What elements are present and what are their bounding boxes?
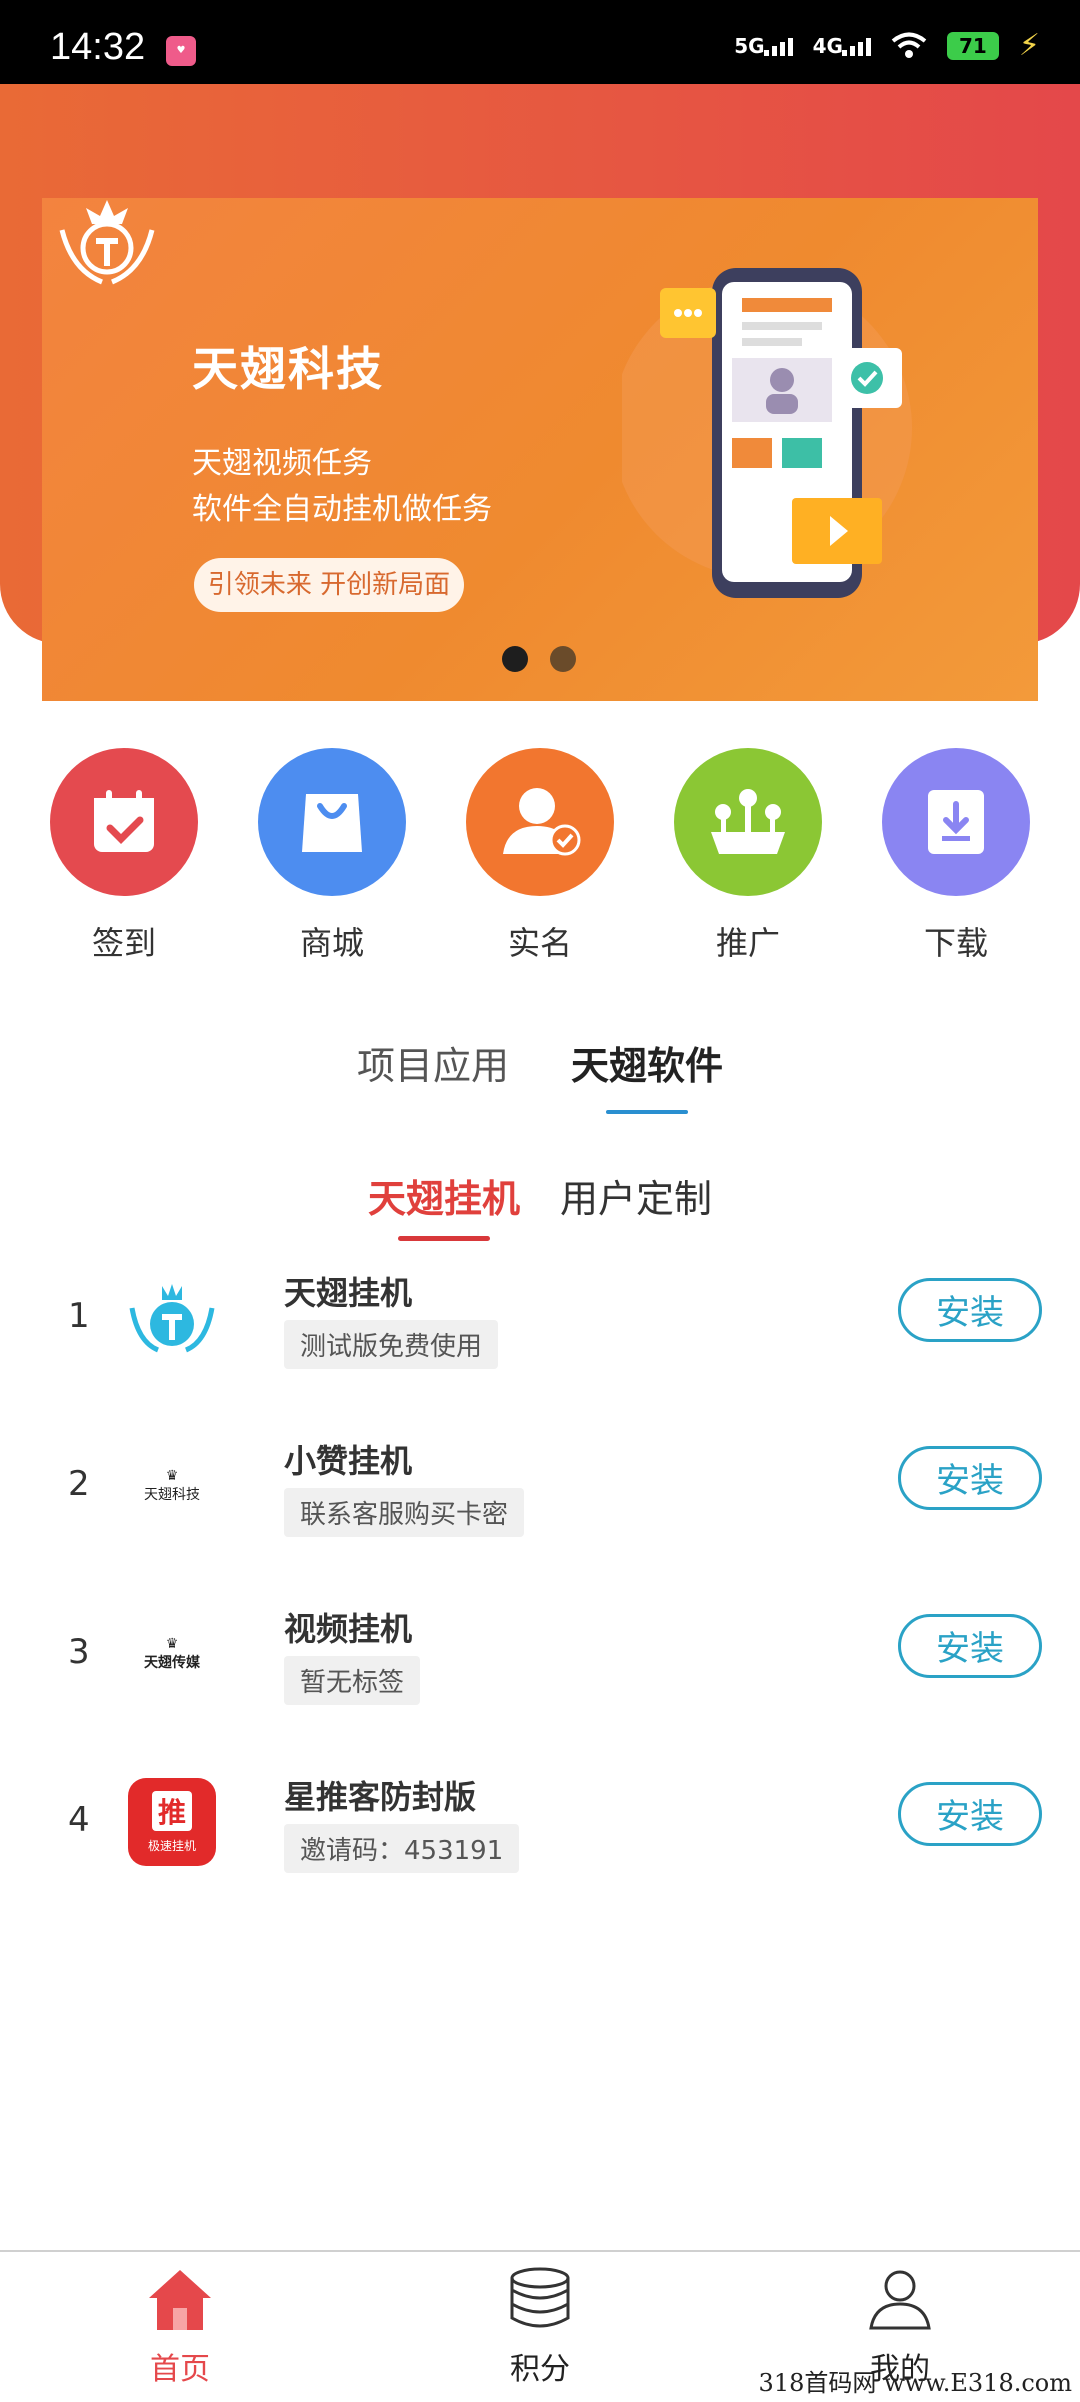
promo-banner[interactable]: 天翅科技 天翅视频任务 软件全自动挂机做任务 引领未来 开创新局面 [42, 198, 1038, 701]
primary-tabs: 项目应用 天翅软件 [0, 1035, 1080, 1114]
banner-dot-1[interactable] [502, 646, 528, 672]
app-name: 星推客防封版 [284, 1778, 477, 1816]
phone-illustration [622, 268, 912, 598]
user-icon [869, 2270, 931, 2330]
signal-5g-icon: 5G [734, 33, 793, 58]
download-icon [882, 748, 1030, 896]
bottom-nav: 首页 积分 我的 318首码网 www.E318.com [0, 2250, 1080, 2402]
wifi-icon [891, 32, 927, 58]
app-logo-text: 天翅科技 [144, 1487, 200, 1503]
shortcut-download[interactable]: 下载 [881, 748, 1031, 964]
app-logo-subtext: 极速挂机 [147, 1838, 196, 1853]
shortcut-label: 推广 [715, 924, 780, 962]
app-tag: 联系客服购买卡密 [284, 1488, 525, 1537]
list-item[interactable]: 4 推 极速挂机 星推客防封版 邀请码：453191 安装 [0, 1756, 1080, 1924]
install-button[interactable]: 安装 [898, 1446, 1042, 1510]
list-item[interactable]: 2 ♛ 天翅科技 小赞挂机 联系客服购买卡密 安装 [0, 1420, 1080, 1588]
nav-points[interactable]: 积分 [460, 2266, 620, 2388]
shortcut-label: 签到 [91, 924, 156, 962]
banner-slogan: 引领未来 开创新局面 [194, 558, 464, 612]
user-verified-icon [466, 748, 614, 896]
shortcut-mall[interactable]: 商城 [257, 748, 407, 964]
network-5g-label: 5G [734, 33, 765, 58]
list-item[interactable]: 1 天翅挂机 测试版免费使用 安装 [0, 1252, 1080, 1420]
app-logo-icon: 推 极速挂机 [128, 1778, 216, 1866]
tab-project-apps[interactable]: 项目应用 [357, 1035, 509, 1090]
banner-brand: 天翅科技 [192, 342, 384, 396]
battery-icon: 71 [946, 31, 999, 60]
status-icons: 5G 4G 71 ⚡ [734, 28, 1040, 63]
app-name: 小赞挂机 [284, 1442, 413, 1480]
app-rank: 2 [68, 1464, 90, 1504]
tab-user-custom[interactable]: 用户定制 [560, 1168, 712, 1223]
app-logo-icon [128, 1274, 216, 1362]
app-tag: 测试版免费使用 [284, 1320, 499, 1369]
shortcut-label: 商城 [299, 924, 364, 962]
shortcut-label: 下载 [923, 924, 988, 962]
signal-4g-icon: 4G [813, 34, 871, 58]
shopping-bag-icon [258, 748, 406, 896]
site-watermark: 318首码网 www.E318.com [758, 2369, 1072, 2397]
shortcut-verify[interactable]: 实名 [465, 748, 615, 964]
app-tag: 邀请码：453191 [284, 1824, 520, 1873]
charging-icon: ⚡ [1018, 28, 1040, 63]
coins-stack-icon [510, 2267, 570, 2328]
app-rank: 1 [68, 1296, 90, 1336]
banner-line-2: 软件全自动挂机做任务 [192, 492, 492, 527]
shortcut-grid: 签到 商城 实名 推广 下载 [0, 748, 1080, 964]
app-rank: 3 [68, 1632, 90, 1672]
tab-tianchi-hangup[interactable]: 天翅挂机 [368, 1168, 520, 1241]
app-name: 视频挂机 [284, 1610, 413, 1648]
app-list: 1 天翅挂机 测试版免费使用 安装 2 ♛ 天翅科技 小赞挂机 联系客服购买卡密… [0, 1252, 1080, 1924]
secondary-tabs: 天翅挂机 用户定制 [0, 1168, 1080, 1241]
nav-label: 首页 [150, 2352, 210, 2387]
home-icon [149, 2270, 211, 2330]
battery-level: 71 [959, 33, 987, 58]
app-logo-text: 天翅传媒 [144, 1655, 200, 1671]
shortcut-checkin[interactable]: 签到 [49, 748, 199, 964]
nav-label: 积分 [510, 2352, 570, 2387]
app-logo-icon: ♛ 天翅传媒 [144, 1636, 200, 1671]
shortcut-label: 实名 [507, 924, 572, 962]
app-tag: 暂无标签 [284, 1656, 421, 1705]
share-icon [674, 748, 822, 896]
shortcut-promote[interactable]: 推广 [673, 748, 823, 964]
status-bar: 14:32 ♥ 5G 4G 71 ⚡ [0, 0, 1080, 84]
nav-home[interactable]: 首页 [100, 2266, 260, 2388]
tab-tianchi-software[interactable]: 天翅软件 [571, 1035, 723, 1114]
banner-line-1: 天翅视频任务 [192, 446, 372, 481]
banner-dot-2[interactable] [550, 646, 576, 672]
app-logo-icon: ♛ 天翅科技 [144, 1468, 200, 1503]
app-rank: 4 [68, 1800, 90, 1840]
app-logo-text: 推 [151, 1790, 192, 1831]
install-button[interactable]: 安装 [898, 1782, 1042, 1846]
list-item[interactable]: 3 ♛ 天翅传媒 视频挂机 暂无标签 安装 [0, 1588, 1080, 1756]
app-name: 天翅挂机 [284, 1274, 413, 1312]
notification-app-icon: ♥ [166, 36, 196, 66]
brand-logo-icon [59, 200, 155, 285]
banner-pagination [502, 646, 576, 672]
network-4g-label: 4G [812, 33, 843, 58]
install-button[interactable]: 安装 [898, 1614, 1042, 1678]
calendar-check-icon [50, 748, 198, 896]
install-button[interactable]: 安装 [898, 1278, 1042, 1342]
status-time: 14:32 [50, 26, 146, 68]
